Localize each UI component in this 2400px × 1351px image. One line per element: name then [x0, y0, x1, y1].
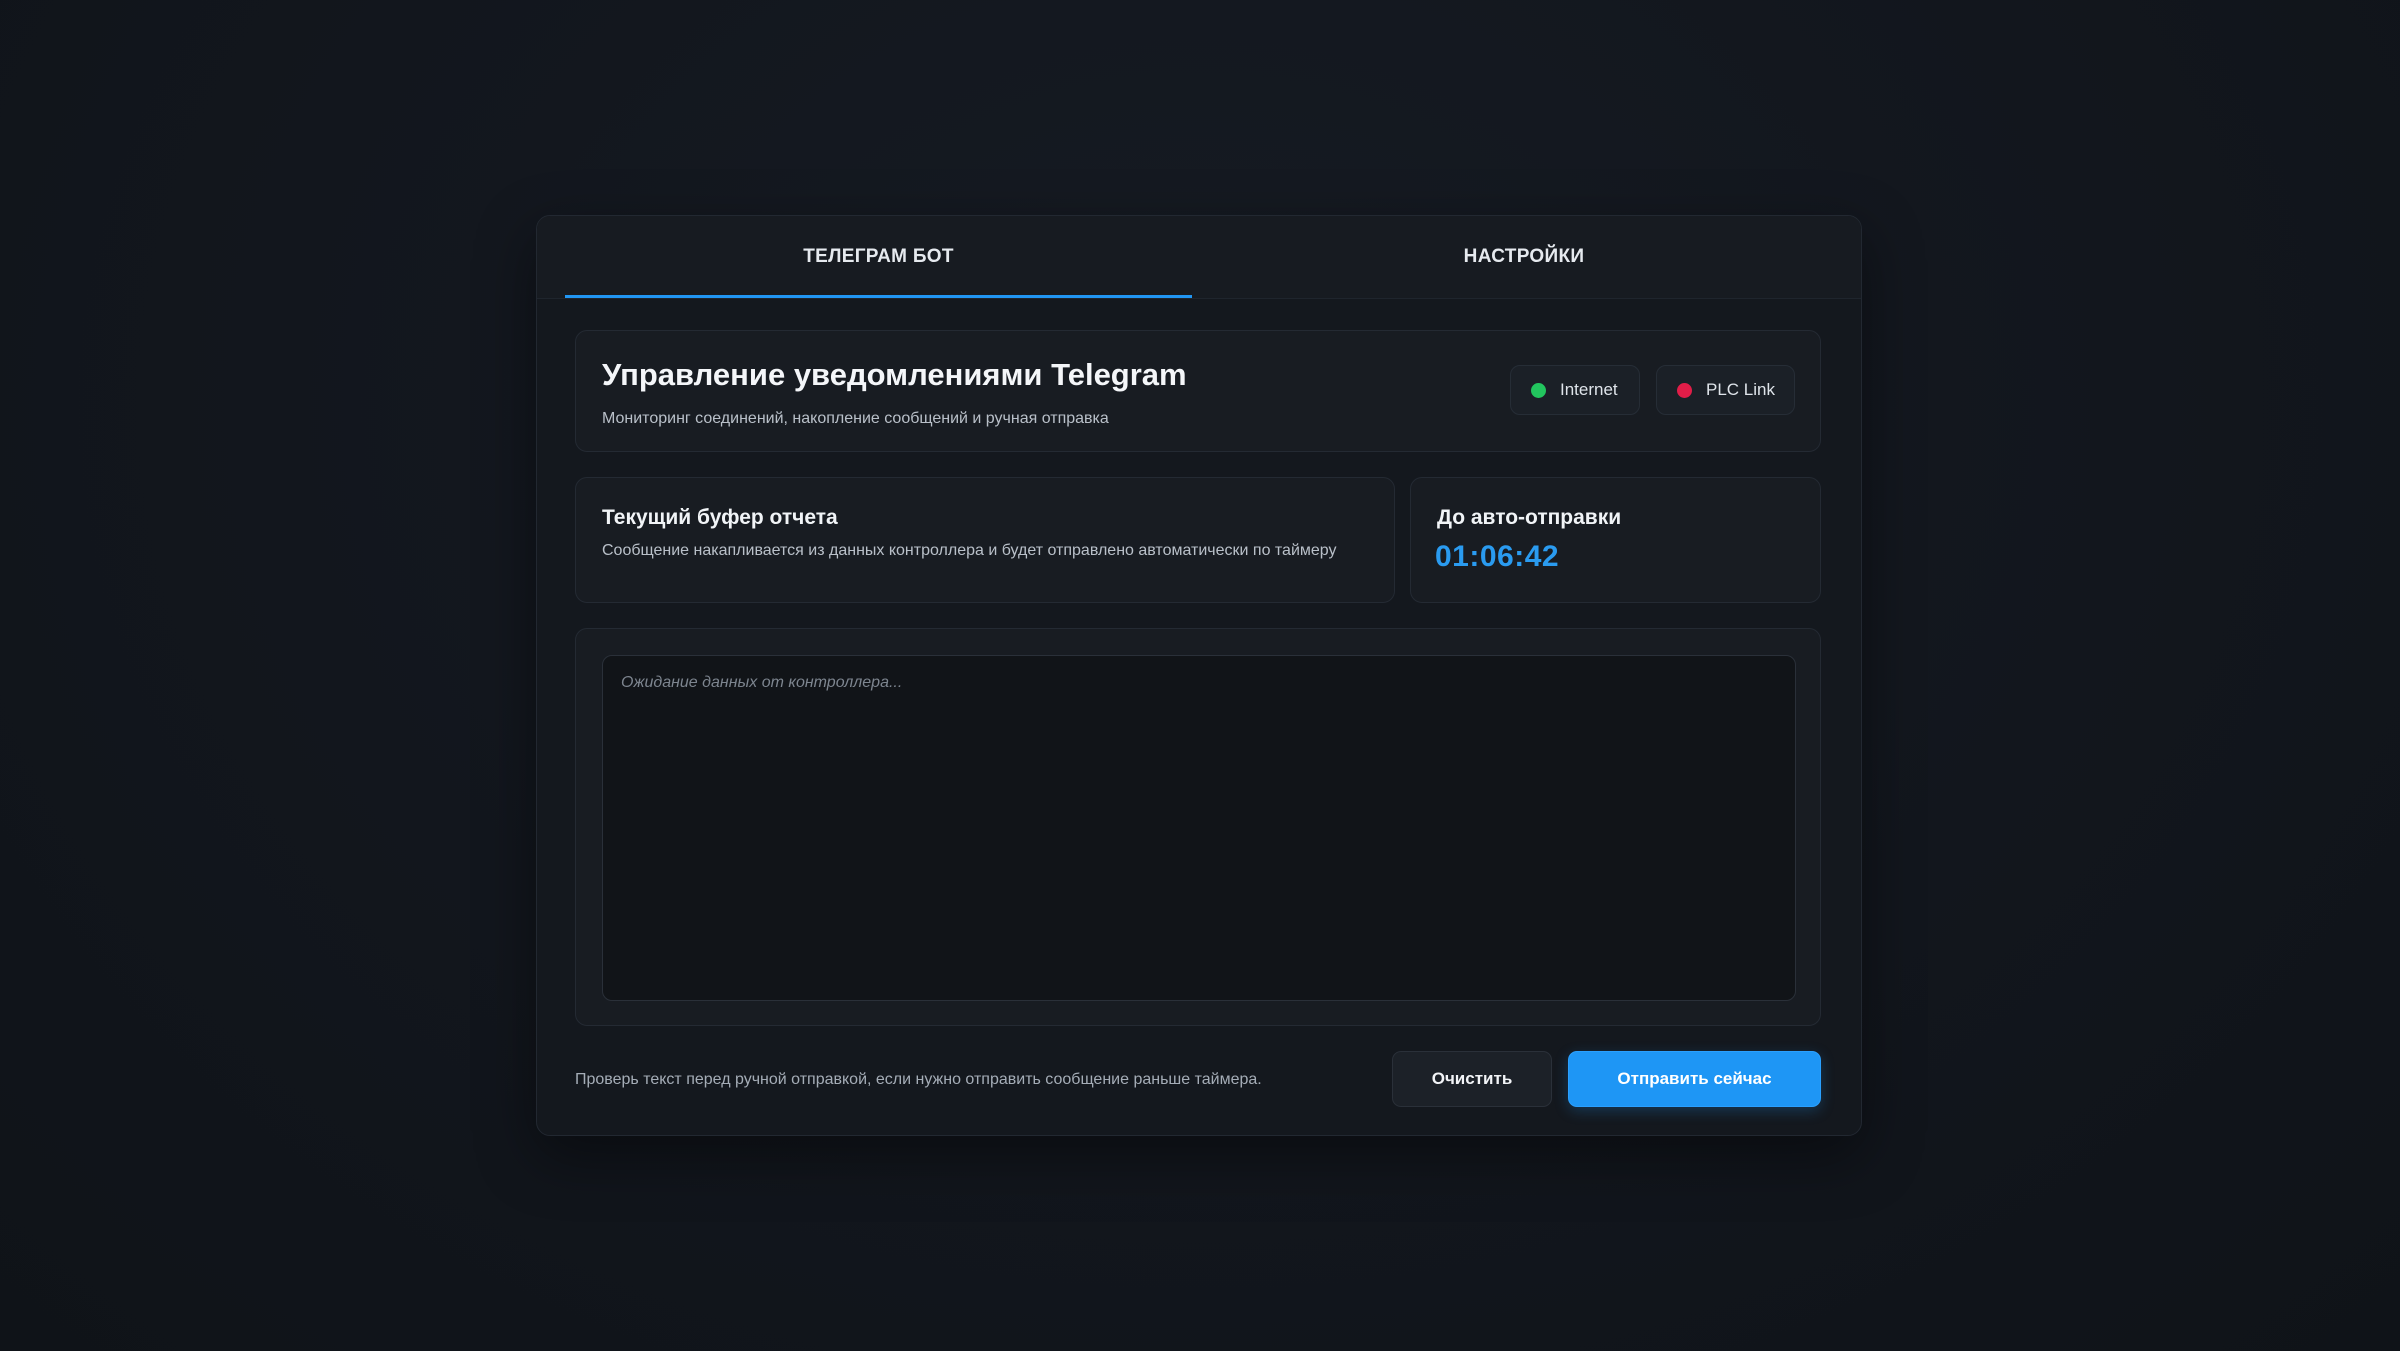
tab-telegram-bot[interactable]: ТЕЛЕГРАМ БОТ	[565, 216, 1192, 298]
countdown-timer: 01:06:42	[1435, 540, 1560, 573]
tab-settings[interactable]: НАСТРОЙКИ	[1192, 216, 1856, 298]
internet-status-label: Internet	[1560, 380, 1618, 399]
active-tab-indicator	[565, 295, 1192, 298]
clear-button[interactable]: Очистить	[1392, 1051, 1552, 1107]
buffer-description: Сообщение накапливается из данных контро…	[602, 542, 1337, 559]
timer-title: До авто-отправки	[1437, 506, 1622, 529]
auto-send-timer-card: До авто-отправки 01:06:42	[1410, 477, 1821, 603]
page-title: Управление уведомлениями Telegram	[602, 357, 1187, 392]
buffer-title: Текущий буфер отчета	[602, 506, 838, 529]
footer-hint: Проверь текст перед ручной отправкой, ес…	[575, 1071, 1262, 1088]
plc-status-dot-icon	[1677, 382, 1692, 398]
internet-status-dot-icon	[1531, 382, 1546, 398]
tab-bar: ТЕЛЕГРАМ БОТ НАСТРОЙКИ	[537, 216, 1861, 299]
message-buffer-textarea[interactable]	[602, 655, 1796, 1001]
message-editor-card	[575, 628, 1821, 1026]
header-card: Управление уведомлениями Telegram Монито…	[575, 330, 1821, 452]
plc-status-label: PLC Link	[1706, 380, 1775, 399]
buffer-card: Текущий буфер отчета Сообщение накаплива…	[575, 477, 1395, 603]
plc-status-badge: PLC Link	[1656, 365, 1795, 415]
send-now-button[interactable]: Отправить сейчас	[1568, 1051, 1821, 1107]
main-panel: ТЕЛЕГРАМ БОТ НАСТРОЙКИ Управление уведом…	[536, 215, 1862, 1136]
page-subtitle: Мониторинг соединений, накопление сообще…	[602, 410, 1109, 427]
internet-status-badge: Internet	[1510, 365, 1640, 415]
